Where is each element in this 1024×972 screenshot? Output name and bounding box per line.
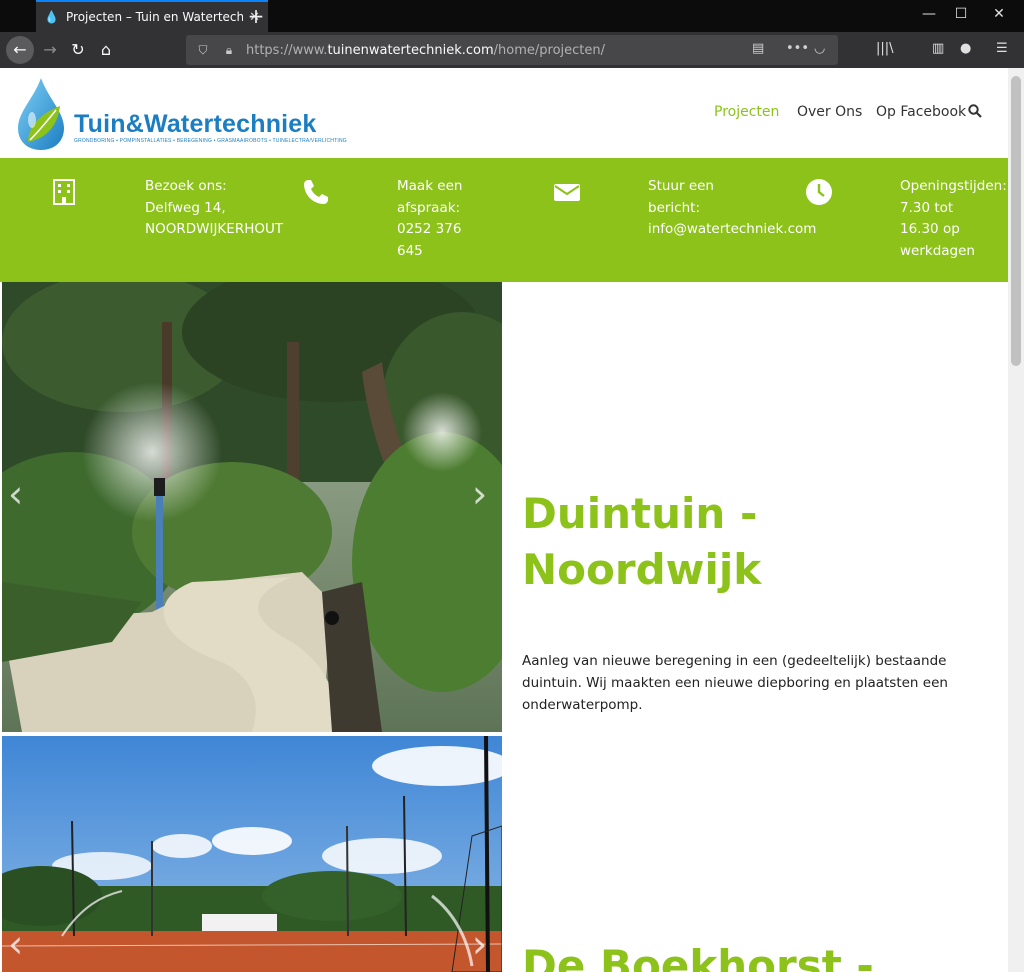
clock-icon [806, 179, 832, 205]
menu-icon[interactable]: ☰ [996, 41, 1008, 56]
sidebar-icon[interactable]: ▥ [932, 41, 944, 56]
shield-icon[interactable]: ⛉ [194, 43, 212, 58]
project-image-boekhorst[interactable]: ‹ › [2, 736, 502, 972]
page-scrollbar[interactable] [1008, 68, 1024, 972]
library-icon[interactable]: |||\ [876, 41, 894, 56]
contact-info-bar: Bezoek ons: Delfweg 14, NOORDWIJKERHOUT … [0, 158, 1008, 282]
building-icon [53, 179, 75, 205]
forward-icon[interactable]: → [36, 36, 64, 64]
mail-info: Stuur een bericht: info@watertechniek.co… [648, 178, 817, 237]
slider-next-icon[interactable]: › [472, 922, 487, 966]
slider-prev-icon[interactable]: ‹ [8, 922, 23, 966]
project-title-boekhorst: De Boekhorst - [522, 941, 874, 972]
url-text: https://www.tuinenwatertechniek.com/home… [246, 42, 606, 58]
maximize-icon[interactable]: ☐ [946, 6, 976, 22]
reload-icon[interactable]: ↻ [64, 36, 92, 64]
lock-icon[interactable]: 🔒︎ [220, 43, 238, 58]
site-header: Tuin&Watertechniek GRONDBORING • POMPINS… [0, 68, 1008, 158]
visit-info: Bezoek ons: Delfweg 14, NOORDWIJKERHOUT [145, 178, 284, 237]
hours-info: Openingstijden: 7.30 tot 16.30 op werkda… [900, 178, 1007, 259]
scrollbar-thumb[interactable] [1011, 76, 1021, 366]
minimize-icon[interactable]: — [914, 6, 944, 22]
menu-item-projecten[interactable]: Projecten [714, 104, 779, 120]
tab-title: Projecten – Tuin en Watertechniek [66, 10, 244, 24]
menu-item-over-ons[interactable]: Over Ons [797, 104, 862, 120]
reader-view-icon[interactable]: ▤ [752, 41, 764, 56]
phone-icon [304, 180, 328, 204]
call-info: Maak een afspraak: 0252 376 645 [397, 178, 463, 259]
browser-tab[interactable]: 💧 Projecten – Tuin en Watertechniek ✕ [36, 0, 268, 32]
home-icon[interactable]: ⌂ [92, 36, 120, 64]
account-icon[interactable]: ● [960, 41, 971, 56]
search-icon[interactable] [968, 104, 982, 122]
page-actions-icon[interactable]: ••• [786, 41, 809, 56]
slider-prev-icon[interactable]: ‹ [8, 472, 23, 516]
project-title-duintuin: Duintuin - Noordwijk [522, 489, 762, 594]
project-description-duintuin: Aanleg van nieuwe beregening in een (ged… [522, 653, 948, 713]
url-bar[interactable]: ⛉ 🔒︎ https://www.tuinenwatertechniek.com… [186, 35, 838, 65]
logo-title[interactable]: Tuin&Watertechniek [74, 110, 317, 139]
close-window-icon[interactable]: ✕ [984, 6, 1014, 22]
logo-tagline: GRONDBORING • POMPINSTALLATIES • BEREGEN… [74, 138, 347, 144]
browser-tab-bar: 💧 Projecten – Tuin en Watertechniek ✕ + … [0, 0, 1024, 32]
web-page: Tuin&Watertechniek GRONDBORING • POMPINS… [0, 68, 1008, 972]
slider-next-icon[interactable]: › [472, 472, 487, 516]
new-tab-icon[interactable]: + [244, 4, 268, 28]
envelope-icon [554, 184, 580, 201]
project-image-duintuin[interactable]: ‹ › [2, 282, 502, 732]
pocket-icon[interactable]: ◡ [814, 41, 825, 56]
browser-toolbar: ← → ↻ ⌂ ⛉ 🔒︎ https://www.tuinenwatertech… [0, 32, 1024, 68]
favicon-icon: 💧 [44, 10, 59, 24]
menu-item-facebook[interactable]: Op Facebook [876, 104, 966, 120]
water-drop-logo-icon[interactable] [14, 76, 68, 152]
back-icon[interactable]: ← [6, 36, 34, 64]
